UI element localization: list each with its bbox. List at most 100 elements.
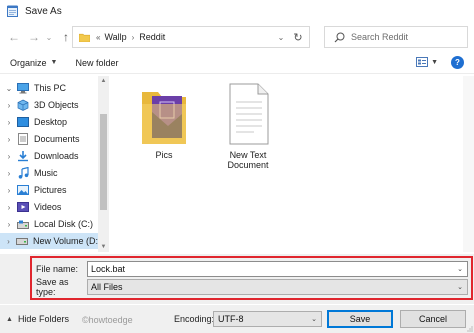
navigation-pane: ⌄ This PC › 3D Objects › Desktop › Docum… [0, 76, 110, 252]
cancel-button[interactable]: Cancel [400, 310, 466, 328]
save-type-label: Save as type: [36, 277, 69, 297]
breadcrumb-separator-icon[interactable]: › [132, 33, 135, 42]
file-item-new-text-document[interactable]: New Text Document [218, 82, 278, 170]
sidebar-item-documents[interactable]: › Documents [0, 131, 98, 147]
file-item-name: Pics [155, 150, 173, 160]
file-name-label: File name: [36, 264, 79, 274]
file-list-scrollbar[interactable] [463, 76, 474, 252]
file-item-pics[interactable]: Pics [134, 82, 194, 160]
encoding-label: Encoding: [174, 314, 215, 324]
sidebar-item-label: Pictures [34, 185, 67, 195]
desktop-icon [17, 116, 29, 128]
downloads-icon [17, 150, 29, 162]
breadcrumb-item-wallp[interactable]: Wallp [104, 32, 126, 42]
title-bar: Save As [0, 0, 474, 22]
local-disk-icon [17, 218, 29, 230]
scroll-up-arrow-icon[interactable]: ▲ [98, 76, 109, 86]
help-icon[interactable]: ? [451, 56, 464, 69]
address-bar[interactable]: « Wallp › Reddit ⌄ ↻ [72, 26, 310, 48]
file-list: Pics New Text Document [112, 76, 474, 252]
window-title: Save As [25, 5, 62, 17]
sidebar-item-label: Documents [34, 134, 80, 144]
organize-button[interactable]: Organize ▼ [10, 58, 57, 68]
chevron-up-icon: ▲ [6, 315, 13, 323]
command-bar: Organize ▼ New folder ▼ ? [0, 52, 474, 74]
new-folder-button[interactable]: New folder [75, 58, 118, 68]
hide-folders-label: Hide Folders [17, 314, 69, 324]
expand-chevron-icon[interactable]: › [4, 237, 13, 246]
music-icon [17, 167, 29, 179]
folder-with-image-icon [142, 92, 186, 144]
dialog-footer: ▲ Hide Folders ©howtoedge Encoding: UTF-… [0, 305, 474, 333]
save-type-value: All Files [91, 282, 123, 292]
address-dropdown-icon[interactable]: ⌄ [275, 27, 287, 47]
back-arrow-icon[interactable]: ← [6, 29, 22, 45]
sidebar-item-downloads[interactable]: › Downloads [0, 148, 98, 164]
change-view-button[interactable]: ▼ [416, 57, 438, 67]
documents-icon [17, 133, 29, 145]
save-type-row: Save as type: All Files ⌄ [36, 277, 468, 297]
recent-locations-chevron-icon[interactable]: ⌄ [44, 29, 54, 45]
file-item-name: New Text Document [227, 150, 269, 170]
drive-icon [15, 235, 28, 247]
sidebar-item-label: 3D Objects [34, 100, 79, 110]
notepad-icon [6, 5, 18, 17]
breadcrumb-item-reddit[interactable]: Reddit [139, 32, 165, 42]
expand-chevron-icon[interactable]: ⌄ [4, 84, 14, 93]
file-name-value: Lock.bat [91, 264, 126, 274]
sidebar-item-pictures[interactable]: › Pictures [0, 182, 98, 198]
file-name-field[interactable]: Lock.bat ⌄ [87, 261, 468, 277]
navigation-bar: ← → ⌄ ↑ « Wallp › Reddit ⌄ ↻ [0, 24, 474, 50]
sidebar-item-new-volume[interactable]: › New Volume (D: [0, 233, 98, 249]
chevron-down-icon: ▼ [431, 58, 438, 66]
view-options-icon [416, 57, 429, 67]
save-button[interactable]: Save [327, 310, 393, 328]
encoding-select[interactable]: UTF-8 ⌄ [213, 311, 322, 327]
sidebar-item-this-pc[interactable]: ⌄ This PC [0, 80, 98, 96]
organize-label: Organize [10, 57, 47, 68]
expand-chevron-icon[interactable]: › [4, 118, 14, 127]
3d-objects-icon [17, 99, 29, 111]
breadcrumb-overflow[interactable]: « [96, 33, 100, 42]
sidebar-item-3d-objects[interactable]: › 3D Objects [0, 97, 98, 113]
chevron-down-icon: ⌄ [457, 284, 463, 291]
encoding-value: UTF-8 [218, 314, 244, 324]
sidebar-item-videos[interactable]: › Videos [0, 199, 98, 215]
sidebar-scrollbar[interactable]: ▲ ▼ [98, 76, 109, 252]
pictures-icon [17, 184, 29, 196]
sidebar-item-label: Downloads [34, 151, 79, 161]
resize-grip-icon[interactable] [467, 326, 473, 332]
save-type-select[interactable]: All Files ⌄ [87, 279, 468, 295]
expand-chevron-icon[interactable]: › [4, 135, 14, 144]
sidebar-item-desktop[interactable]: › Desktop [0, 114, 98, 130]
sidebar-item-label: New Volume (D: [32, 236, 98, 246]
watermark: ©howtoedge [82, 315, 133, 325]
expand-chevron-icon[interactable]: › [4, 101, 14, 110]
expand-chevron-icon[interactable]: › [4, 220, 14, 229]
sidebar-item-local-disk[interactable]: › Local Disk (C:) [0, 216, 98, 232]
pc-icon [17, 82, 29, 94]
forward-arrow-icon[interactable]: → [26, 29, 42, 45]
expand-chevron-icon[interactable]: › [4, 186, 14, 195]
sidebar-item-label: Desktop [34, 117, 68, 127]
refresh-icon[interactable]: ↻ [291, 27, 305, 47]
expand-chevron-icon[interactable]: › [4, 152, 14, 161]
save-form: File name: Lock.bat ⌄ Save as type: All … [0, 254, 474, 304]
scrollbar-thumb[interactable] [100, 114, 107, 210]
chevron-down-icon[interactable]: ⌄ [457, 265, 463, 273]
folder-icon [79, 33, 90, 42]
search-input[interactable] [351, 32, 461, 42]
videos-icon [17, 201, 29, 213]
sidebar-item-music[interactable]: › Music [0, 165, 98, 181]
sidebar-item-label: Music [34, 168, 58, 178]
scroll-down-arrow-icon[interactable]: ▼ [98, 242, 109, 252]
chevron-down-icon: ▼ [50, 59, 58, 66]
file-name-row: File name: Lock.bat ⌄ [36, 261, 468, 277]
text-file-icon [229, 83, 269, 145]
sidebar-item-label: This PC [34, 83, 67, 93]
expand-chevron-icon[interactable]: › [4, 169, 14, 178]
expand-chevron-icon[interactable]: › [4, 203, 14, 212]
search-box[interactable] [324, 26, 468, 48]
chevron-down-icon: ⌄ [311, 316, 317, 323]
hide-folders-button[interactable]: ▲ Hide Folders [6, 314, 69, 324]
